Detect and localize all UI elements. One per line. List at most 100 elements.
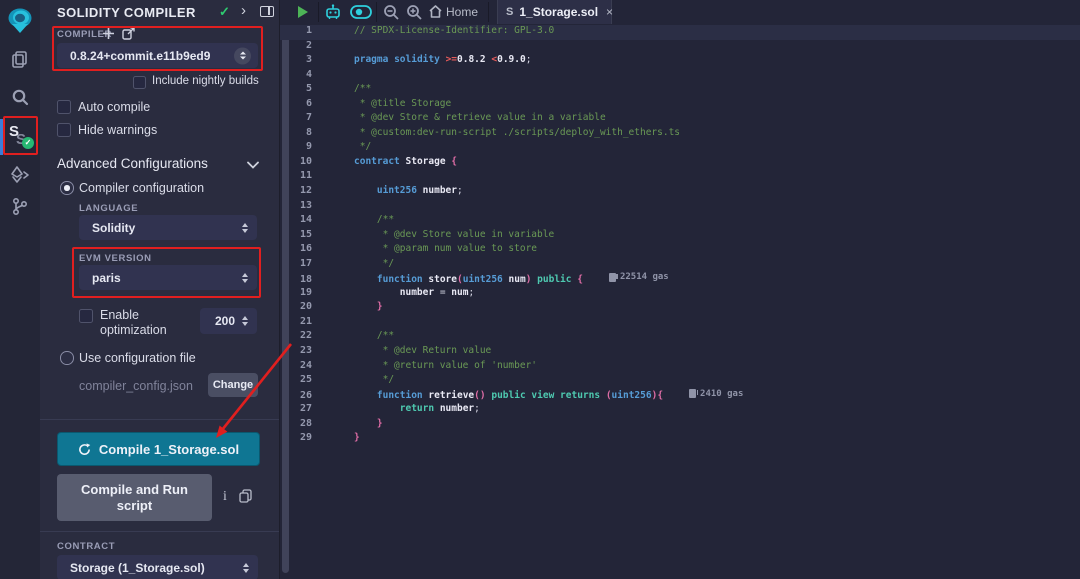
sidebar-item-search[interactable] xyxy=(0,80,40,114)
code-line[interactable]: 8 * @custom:dev-run-script ./scripts/dep… xyxy=(280,127,1080,142)
enable-optimization-checkbox[interactable] xyxy=(79,309,93,323)
code-lines: 1// SPDX-License-Identifier: GPL-3.023 pr… xyxy=(280,25,1080,447)
chevron-right-icon[interactable]: › xyxy=(241,2,246,19)
close-tab-icon[interactable]: × xyxy=(606,5,613,19)
code-line[interactable]: 12 uint256 number; xyxy=(280,185,1080,200)
auto-compile-checkbox[interactable] xyxy=(57,100,71,114)
code-text: * @param num value to store xyxy=(354,243,537,254)
compile-button[interactable]: Compile 1_Storage.sol xyxy=(57,432,260,466)
code-line[interactable]: 18 function store(uint256 num) public {2… xyxy=(280,272,1080,287)
sidebar-item-solidity-compiler[interactable]: SS xyxy=(0,120,40,154)
pin-panel-icon[interactable] xyxy=(260,6,274,17)
evm-version-value: paris xyxy=(79,271,121,285)
code-line[interactable]: 20 } xyxy=(280,301,1080,316)
code-text: } xyxy=(354,301,383,312)
gas-pump-icon xyxy=(609,273,616,282)
language-label: LANGUAGE xyxy=(79,203,138,214)
code-line[interactable]: 13 xyxy=(280,200,1080,215)
add-compiler-icon[interactable] xyxy=(102,27,115,40)
code-line[interactable]: 17 */ xyxy=(280,258,1080,273)
code-text: pragma solidity >=0.8.2 <0.9.0; xyxy=(354,54,531,65)
line-number: 1 xyxy=(280,25,334,36)
code-line[interactable]: 25 */ xyxy=(280,374,1080,389)
search-icon xyxy=(11,88,29,106)
runs-stepper-icon xyxy=(242,316,248,326)
line-number: 16 xyxy=(280,243,334,254)
sidebar-item-deploy-run[interactable] xyxy=(0,158,40,192)
home-icon[interactable] xyxy=(428,4,443,19)
evm-version-select[interactable]: paris xyxy=(79,265,257,290)
code-text: function retrieve() public view returns … xyxy=(354,390,663,401)
remix-logo[interactable] xyxy=(0,4,40,38)
code-text: * @custom:dev-run-script ./scripts/deplo… xyxy=(354,127,680,138)
refresh-icon xyxy=(78,443,91,456)
code-line[interactable]: 22 /** xyxy=(280,330,1080,345)
copy-icon[interactable] xyxy=(239,489,252,503)
optimization-runs-input[interactable]: 200 xyxy=(200,308,257,334)
line-number: 5 xyxy=(280,83,334,94)
home-tab[interactable]: Home xyxy=(446,5,478,19)
evm-version-label: EVM VERSION xyxy=(79,253,152,264)
code-line[interactable]: 9 */ xyxy=(280,141,1080,156)
line-number: 27 xyxy=(280,403,334,414)
code-line[interactable]: 6 * @title Storage xyxy=(280,98,1080,113)
info-icon[interactable]: i xyxy=(223,489,227,505)
code-line[interactable]: 11 xyxy=(280,170,1080,185)
gas-pump-icon xyxy=(689,389,696,398)
code-line[interactable]: 16 * @param num value to store xyxy=(280,243,1080,258)
ai-assistant-robot-icon[interactable] xyxy=(324,4,342,20)
code-text: /** xyxy=(354,83,371,94)
change-config-button[interactable]: Change xyxy=(208,373,258,397)
config-file-name: compiler_config.json xyxy=(79,379,193,393)
code-line[interactable]: 7 * @dev Store & retrieve value in a var… xyxy=(280,112,1080,127)
code-line[interactable]: 2 xyxy=(280,40,1080,55)
contract-select[interactable]: Storage (1_Storage.sol) xyxy=(57,555,258,579)
code-editor[interactable]: 1// SPDX-License-Identifier: GPL-3.023 pr… xyxy=(280,25,1080,579)
line-number: 26 xyxy=(280,390,334,401)
separator xyxy=(318,2,319,22)
code-line[interactable]: 28 } xyxy=(280,418,1080,433)
compiler-configuration-radio[interactable] xyxy=(60,181,74,195)
include-nightly-checkbox[interactable] xyxy=(133,76,146,89)
compile-and-run-button[interactable]: Compile and Run script xyxy=(57,474,212,521)
sidebar-item-git[interactable] xyxy=(0,190,40,224)
run-script-button[interactable] xyxy=(298,6,308,18)
hide-warnings-checkbox[interactable] xyxy=(57,123,71,137)
line-number: 3 xyxy=(280,54,334,65)
toggle-switch-icon[interactable] xyxy=(350,5,372,19)
code-line[interactable]: 10contract Storage { xyxy=(280,156,1080,171)
code-line[interactable]: 27 return number; xyxy=(280,403,1080,418)
code-line[interactable]: 24 * @return value of 'number' xyxy=(280,360,1080,375)
line-number: 15 xyxy=(280,229,334,240)
chevron-down-icon[interactable] xyxy=(247,161,259,169)
publish-compiler-icon[interactable] xyxy=(122,27,136,40)
code-line[interactable]: 21 xyxy=(280,316,1080,331)
code-line[interactable]: 23 * @dev Return value xyxy=(280,345,1080,360)
use-configuration-file-radio[interactable] xyxy=(60,351,74,365)
compiler-version-select[interactable]: 0.8.24+commit.e11b9ed9 xyxy=(57,43,258,68)
code-line[interactable]: 5 /** xyxy=(280,83,1080,98)
code-line[interactable]: 26 function retrieve() public view retur… xyxy=(280,389,1080,404)
contract-section-label: CONTRACT xyxy=(57,541,115,552)
compile-button-label: Compile 1_Storage.sol xyxy=(99,442,239,457)
panel-title: SOLIDITY COMPILER xyxy=(57,5,196,20)
advanced-configurations-title[interactable]: Advanced Configurations xyxy=(57,156,208,171)
hide-warnings-label: Hide warnings xyxy=(78,123,157,137)
code-text: function store(uint256 num) public { xyxy=(354,274,583,285)
code-line[interactable]: 19 number = num; xyxy=(280,287,1080,302)
sidebar-item-file-explorer[interactable] xyxy=(0,42,40,76)
code-line[interactable]: 15 * @dev Store value in variable xyxy=(280,229,1080,244)
language-select[interactable]: Solidity xyxy=(79,215,257,240)
code-line[interactable]: 3 pragma solidity >=0.8.2 <0.9.0; xyxy=(280,54,1080,69)
code-line[interactable]: 4 xyxy=(280,69,1080,84)
line-number: 17 xyxy=(280,258,334,269)
code-line[interactable]: 1// SPDX-License-Identifier: GPL-3.0 xyxy=(280,25,1080,40)
zoom-out-icon[interactable] xyxy=(383,4,399,20)
code-line[interactable]: 29} xyxy=(280,432,1080,447)
code-line[interactable]: 14 /** xyxy=(280,214,1080,229)
line-number: 20 xyxy=(280,301,334,312)
zoom-in-icon[interactable] xyxy=(406,4,422,20)
tab-1-storage-sol[interactable]: S 1_Storage.sol × xyxy=(497,0,612,24)
code-text: * @dev Return value xyxy=(354,345,491,356)
gas-estimate: 22514 gas xyxy=(609,272,669,282)
